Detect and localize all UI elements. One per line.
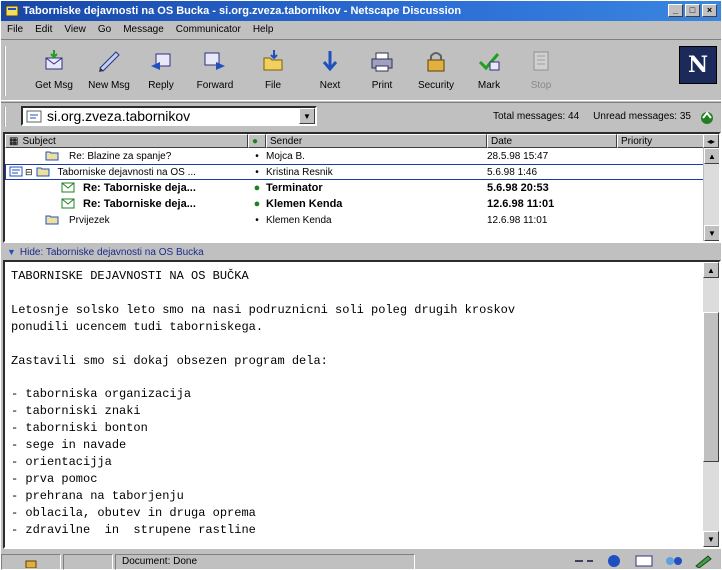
folder-name: si.org.zveza.tabornikov	[47, 108, 191, 124]
scroll-down-button[interactable]: ▼	[703, 531, 719, 547]
print-button[interactable]: Print	[357, 44, 407, 98]
list-header: ▦ Subject ● Sender Date Priority	[5, 134, 705, 148]
thread-folder-icon	[45, 149, 59, 164]
menu-bar: File Edit View Go Message Communicator H…	[1, 21, 721, 38]
get-msg-button[interactable]: Get Msg	[29, 44, 79, 98]
message-body-text: TABORNISKE DEJAVNOSTI NA OS BUČKA Letosn…	[11, 269, 516, 537]
new-msg-icon	[96, 48, 122, 74]
folderbar-grip[interactable]	[4, 107, 9, 127]
forward-icon	[202, 48, 228, 74]
composer-icon[interactable]	[693, 554, 715, 569]
minimize-button[interactable]: _	[668, 4, 683, 17]
column-sender[interactable]: Sender	[266, 134, 487, 148]
column-flag[interactable]: ●	[248, 134, 266, 148]
toolbar-grip[interactable]	[4, 46, 9, 96]
security-button[interactable]: Security	[411, 44, 461, 98]
scroll-up-button[interactable]: ▲	[703, 262, 719, 278]
menu-communicator[interactable]: Communicator	[176, 24, 241, 35]
unread-message-icon	[61, 180, 75, 197]
unread-message-icon	[61, 196, 75, 213]
thread-folder-icon	[45, 213, 59, 228]
security-status-icon[interactable]	[1, 553, 61, 570]
menu-edit[interactable]: Edit	[35, 24, 52, 35]
message-icon	[9, 165, 23, 180]
table-row[interactable]: Re: Taborniske deja... ● Terminator 5.6.…	[5, 180, 705, 196]
print-icon	[369, 48, 395, 74]
mail-icon[interactable]	[633, 554, 655, 568]
column-priority[interactable]: Priority	[617, 134, 705, 148]
scroll-thumb[interactable]	[703, 312, 719, 462]
forward-button[interactable]: Forward	[190, 44, 240, 98]
folder-dropdown[interactable]: si.org.zveza.tabornikov ▼	[21, 106, 317, 126]
menu-message[interactable]: Message	[123, 24, 164, 35]
table-row[interactable]: Re: Taborniske deja... ● Klemen Kenda 12…	[5, 196, 705, 212]
folder-bar: si.org.zveza.tabornikov ▼ Total messages…	[1, 102, 721, 129]
navigation-toolbar: Get Msg New Msg Reply Forward File Next …	[1, 39, 721, 101]
menu-help[interactable]: Help	[253, 24, 274, 35]
unread-messages: Unread messages: 35	[593, 111, 691, 122]
message-rows: Re: Blazine za spanje? • Mojca B. 28.5.9…	[5, 148, 705, 228]
read-dot[interactable]: •	[248, 151, 266, 162]
next-icon	[317, 48, 343, 74]
newsgroup-icon	[26, 108, 44, 124]
maximize-button[interactable]: □	[685, 4, 700, 17]
file-button[interactable]: File	[248, 44, 298, 98]
progress-cell	[63, 553, 113, 570]
mark-icon	[476, 48, 502, 74]
stop-button[interactable]: Stop	[516, 44, 566, 98]
sort-icon: ▦	[9, 135, 19, 147]
menu-go[interactable]: Go	[98, 24, 111, 35]
hide-message-bar[interactable]: ▼ Hide: Taborniske dejavnosti na OS Buck…	[3, 245, 721, 259]
close-button[interactable]: ×	[702, 4, 717, 17]
message-body-pane[interactable]: TABORNISKE DEJAVNOSTI NA OS BUČKA Letosn…	[3, 260, 721, 549]
menu-file[interactable]: File	[7, 24, 23, 35]
chevron-down-icon[interactable]: ▼	[299, 108, 315, 124]
next-button[interactable]: Next	[305, 44, 355, 98]
column-date[interactable]: Date	[487, 134, 617, 148]
unread-dot[interactable]: ●	[248, 198, 266, 210]
online-status-icon[interactable]	[573, 554, 595, 568]
app-icon	[5, 4, 19, 18]
mark-button[interactable]: Mark	[464, 44, 514, 98]
scroll-down-button[interactable]: ▼	[704, 225, 719, 241]
thread-folder-icon	[36, 165, 50, 180]
status-bar: Document: Done	[1, 552, 721, 570]
get-msg-icon	[41, 48, 67, 74]
read-dot[interactable]: •	[248, 167, 266, 178]
total-messages: Total messages: 44	[492, 111, 580, 122]
reply-icon	[148, 48, 174, 74]
navigator-icon[interactable]	[603, 554, 625, 568]
menu-view[interactable]: View	[64, 24, 86, 35]
security-icon	[423, 48, 449, 74]
column-picker-button[interactable]: ◂▸	[703, 134, 719, 148]
status-text: Document: Done	[115, 553, 415, 570]
table-row[interactable]: ⊟ Taborniske dejavnosti na OS ... • Kris…	[5, 164, 705, 180]
list-scrollbar[interactable]: ▲ ▼	[703, 134, 719, 241]
message-list: ▦ Subject ● Sender Date Priority Re: Bla…	[3, 132, 721, 243]
body-scrollbar[interactable]: ▲ ▼	[703, 262, 719, 547]
collapse-icon[interactable]: ⊟	[25, 167, 33, 178]
reply-button[interactable]: Reply	[136, 44, 186, 98]
title-bar[interactable]: Taborniske dejavnosti na OS Bucka - si.o…	[1, 1, 721, 21]
window-title: Taborniske dejavnosti na OS Bucka - si.o…	[23, 5, 462, 17]
flag-icon: ●	[252, 135, 259, 147]
table-row[interactable]: Re: Blazine za spanje? • Mojca B. 28.5.9…	[5, 148, 705, 164]
mail-status-icon[interactable]	[697, 107, 717, 127]
netscape-discussion-window: Taborniske dejavnosti na OS Bucka - si.o…	[0, 0, 722, 570]
collapse-triangle-icon[interactable]: ▼	[7, 247, 16, 257]
new-msg-button[interactable]: New Msg	[84, 44, 134, 98]
scroll-up-button[interactable]: ▲	[704, 148, 719, 164]
stop-icon	[528, 48, 554, 74]
read-dot[interactable]: •	[248, 215, 266, 226]
discussion-icon[interactable]	[663, 554, 685, 568]
file-icon	[260, 48, 286, 74]
column-subject[interactable]: ▦ Subject	[5, 134, 248, 148]
unread-dot[interactable]: ●	[248, 182, 266, 194]
table-row[interactable]: Prvijezek • Klemen Kenda 12.6.98 11:01	[5, 212, 705, 228]
netscape-logo[interactable]: N	[679, 46, 717, 84]
